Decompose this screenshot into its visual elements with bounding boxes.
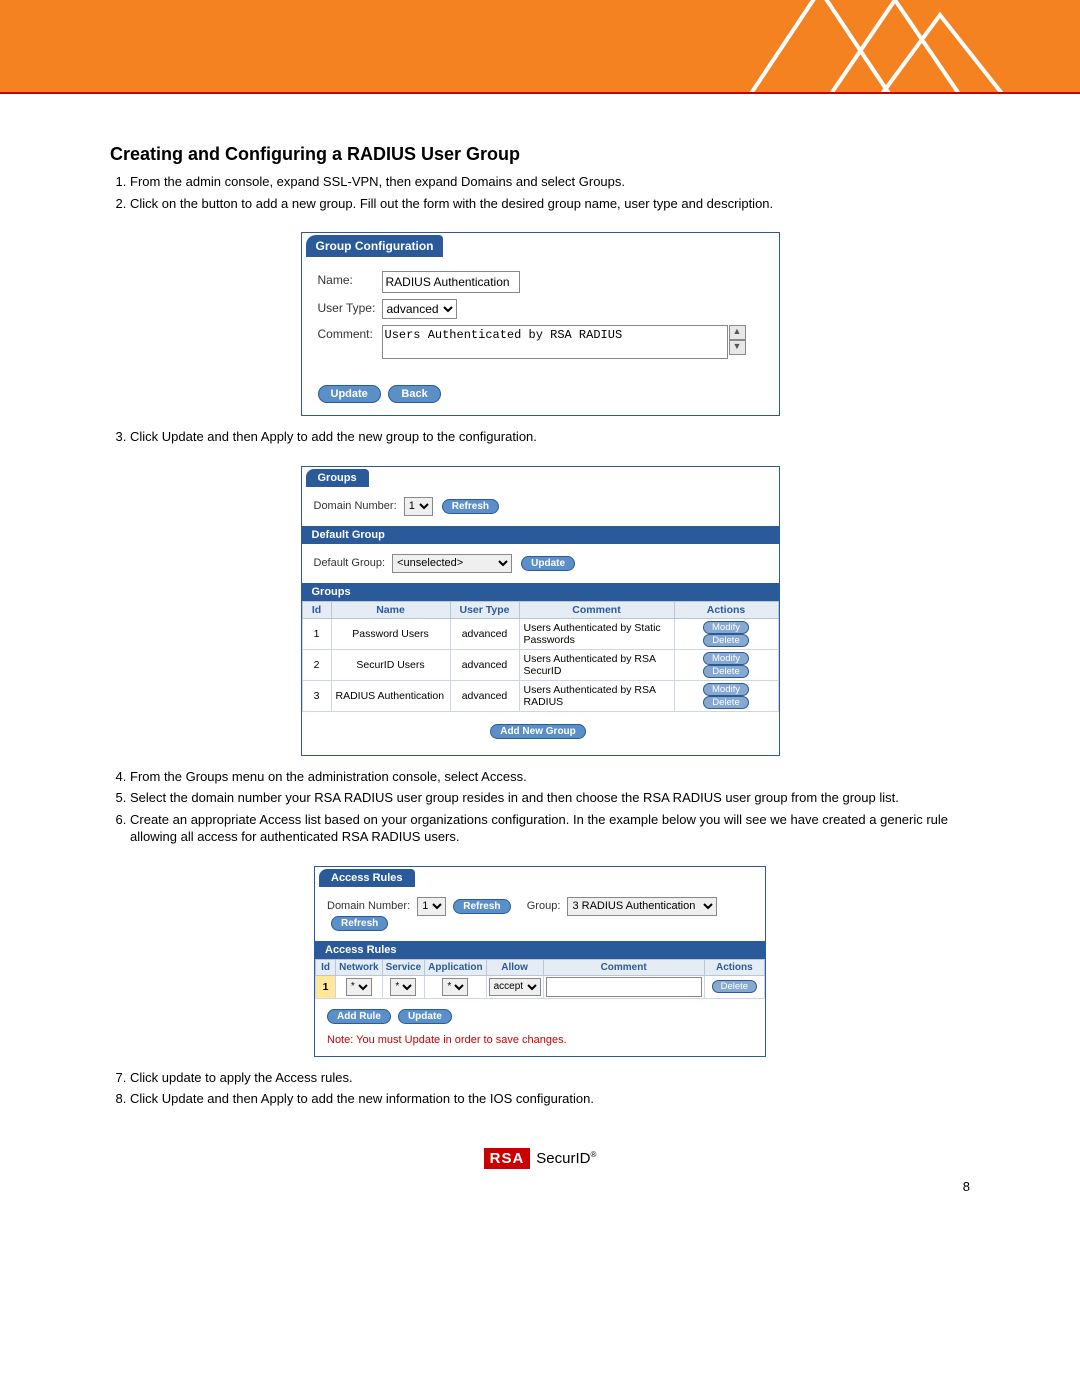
domain-number-label: Domain Number: [314,500,397,512]
step-3: Click Update and then Apply to add the n… [130,428,970,446]
service-select[interactable]: * [390,978,416,996]
table-row: 2 SecurID Users advanced Users Authentic… [302,649,778,680]
textarea-scrollbar[interactable]: ▲ ▼ [729,325,746,355]
delete-button[interactable]: Delete [703,696,748,709]
modify-button[interactable]: Modify [703,621,749,634]
col-allow: Allow [486,959,543,975]
access-refresh-button-2[interactable]: Refresh [331,916,388,931]
table-row: 1 Password Users advanced Users Authenti… [302,618,778,649]
add-new-group-button[interactable]: Add New Group [490,724,586,739]
step-6: Create an appropriate Access list based … [130,811,970,846]
update-note: Note: You must Update in order to save c… [315,1028,765,1056]
securid-text: SecurID® [536,1150,596,1167]
back-button[interactable]: Back [388,385,440,403]
comment-label: Comment: [318,325,382,341]
allow-select[interactable]: accept [489,978,541,996]
col-network: Network [336,959,382,975]
update-button[interactable]: Update [318,385,381,403]
rule-delete-button[interactable]: Delete [712,980,757,993]
table-row: 3 RADIUS Authentication advanced Users A… [302,680,778,711]
update-default-button[interactable]: Update [521,556,575,571]
modify-button[interactable]: Modify [703,652,749,665]
access-rules-panel: Access Rules Domain Number: 1 Refresh Gr… [314,866,766,1057]
refresh-button[interactable]: Refresh [442,499,499,514]
access-group-label: Group: [527,900,561,912]
name-label: Name: [318,271,382,287]
group-config-title: Group Configuration [306,235,444,257]
access-group-select[interactable]: 3 RADIUS Authentication [567,897,717,916]
rule-id-cell: 1 [316,975,336,998]
col-usertype: User Type [450,601,519,618]
network-select[interactable]: * [346,978,372,996]
step-8: Click Update and then Apply to add the n… [130,1090,970,1108]
groups-table: Id Name User Type Comment Actions 1 Pass… [302,601,779,712]
page-number: 8 [963,1179,970,1194]
header-band [0,0,1080,94]
delete-button[interactable]: Delete [703,634,748,647]
col-actions: Actions [674,601,778,618]
groups-subbar: Groups [302,583,779,601]
group-config-panel: Group Configuration Name: User Type: adv… [301,232,780,416]
modify-button[interactable]: Modify [703,683,749,696]
groups-panel: Groups Domain Number: 1 Refresh Default … [301,466,780,756]
col-application: Application [425,959,486,975]
access-refresh-button-1[interactable]: Refresh [453,899,510,914]
access-domain-label: Domain Number: [327,900,410,912]
groups-title: Groups [306,469,369,487]
col-id: Id [302,601,331,618]
col-comment: Comment [543,959,704,975]
step-1: From the admin console, expand SSL-VPN, … [130,173,970,191]
comment-textarea[interactable]: Users Authenticated by RSA RADIUS [382,325,728,359]
col-id: Id [316,959,336,975]
delete-button[interactable]: Delete [703,665,748,678]
application-select[interactable]: * [442,978,468,996]
step-4: From the Groups menu on the administrati… [130,768,970,786]
step-7: Click update to apply the Access rules. [130,1069,970,1087]
rule-comment-input[interactable] [546,977,702,997]
table-row: 1 * * * accept Delete [316,975,765,998]
usertype-label: User Type: [318,299,382,315]
col-name: Name [331,601,450,618]
default-group-label: Default Group: [314,557,386,569]
access-rules-table: Id Network Service Application Allow Com… [315,959,765,999]
access-rules-bar: Access Rules [315,941,765,959]
access-rules-title: Access Rules [319,869,415,887]
section-heading: Creating and Configuring a RADIUS User G… [110,144,970,165]
add-rule-button[interactable]: Add Rule [327,1009,391,1024]
mountain-graphic [720,0,1020,94]
step-2: Click on the button to add a new group. … [130,195,970,213]
scroll-up-icon[interactable]: ▲ [729,325,746,340]
default-group-bar: Default Group [302,526,779,544]
step-5: Select the domain number your RSA RADIUS… [130,789,970,807]
access-update-button[interactable]: Update [398,1009,452,1024]
name-field[interactable] [382,271,520,293]
col-actions: Actions [704,959,764,975]
domain-number-select[interactable]: 1 [404,497,433,516]
default-group-select[interactable]: <unselected> [392,554,512,573]
scroll-down-icon[interactable]: ▼ [729,340,746,355]
page-footer: RSA SecurID® 8 [110,1148,970,1228]
col-service: Service [382,959,425,975]
rsa-logo-box: RSA [484,1148,531,1169]
access-domain-select[interactable]: 1 [417,897,446,916]
rsa-securid-logo: RSA SecurID® [484,1148,597,1169]
usertype-select[interactable]: advanced [382,299,457,319]
col-comment: Comment [519,601,674,618]
